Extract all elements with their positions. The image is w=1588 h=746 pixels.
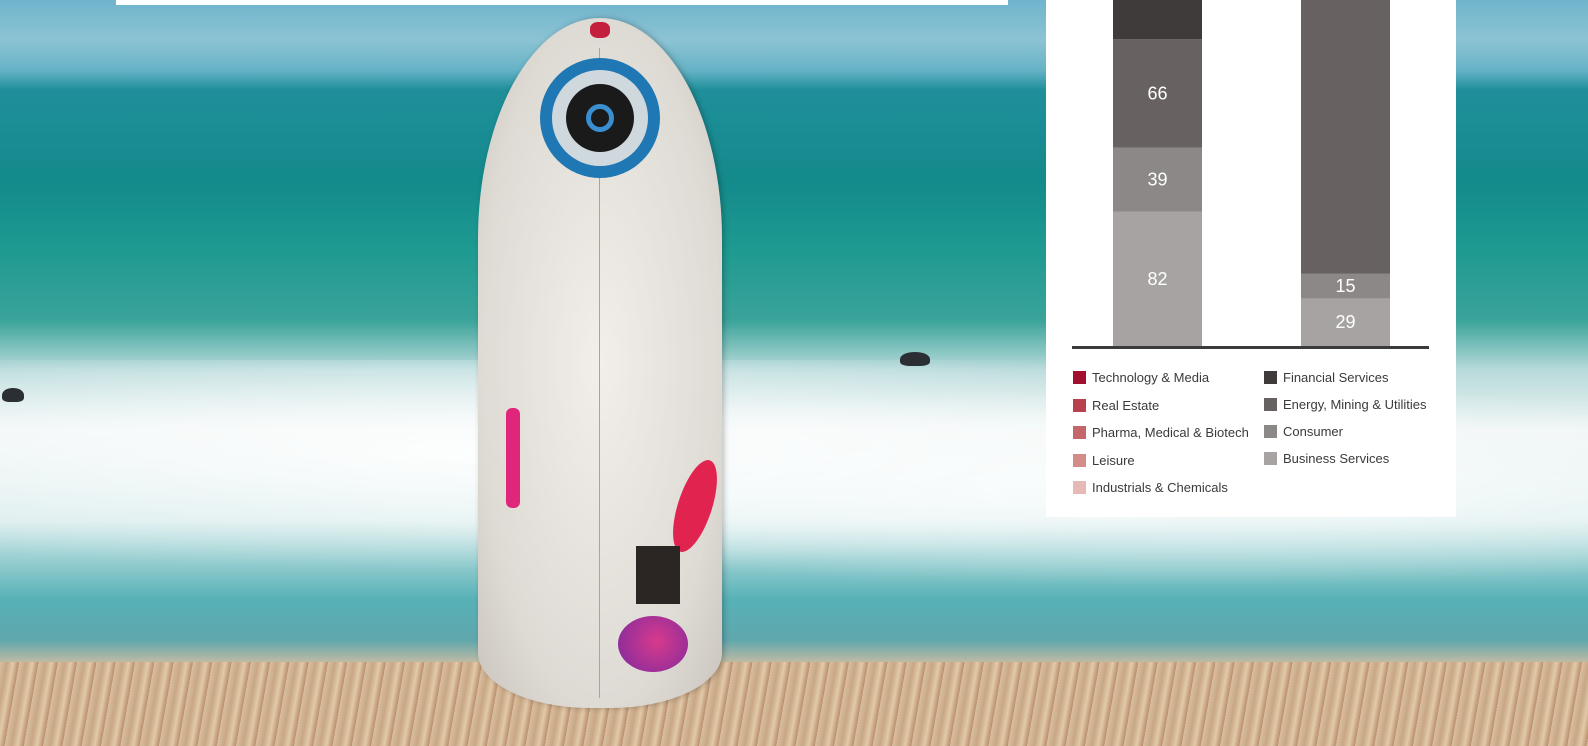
legend-swatch — [1073, 426, 1086, 439]
legend-label: Consumer — [1283, 424, 1343, 439]
top-white-panel — [116, 0, 1008, 5]
legend-item: Energy, Mining & Utilities — [1264, 397, 1427, 412]
legend-swatch — [1073, 454, 1086, 467]
legend-label: Leisure — [1092, 453, 1135, 468]
legend-label: Pharma, Medical & Biotech — [1092, 425, 1249, 440]
legend-swatch — [1073, 399, 1086, 412]
legend-item: Technology & Media — [1073, 370, 1209, 385]
data-label: 15 — [1335, 276, 1355, 296]
legend-label: Real Estate — [1092, 398, 1160, 413]
surfboard-red-fin-graphic — [663, 455, 727, 557]
surfboard-eye-logo — [540, 58, 660, 178]
chart-panel: 82 39 66 29 15 Technology & Media Real Estate… — [1046, 0, 1456, 517]
bar-segment-financial-services-0 — [1113, 0, 1202, 40]
legend-label: Energy, Mining & Utilities — [1283, 397, 1427, 412]
legend-swatch — [1264, 398, 1277, 411]
legend-item: Financial Services — [1264, 370, 1389, 385]
surfer-in-water — [900, 352, 930, 366]
data-label: 29 — [1335, 312, 1355, 332]
legend-item: Leisure — [1073, 453, 1135, 468]
data-label: 82 — [1147, 269, 1167, 289]
legend-label: Industrials & Chemicals — [1092, 480, 1228, 495]
legend-item: Real Estate — [1073, 398, 1159, 413]
sand — [0, 662, 1588, 746]
legend-swatch — [1264, 425, 1277, 438]
surfboard-black-sticker — [636, 546, 680, 604]
legend-swatch — [1264, 371, 1277, 384]
surfboard — [478, 18, 727, 708]
surfer-in-water — [2, 388, 24, 402]
data-label: 39 — [1147, 170, 1167, 190]
legend-item: Pharma, Medical & Biotech — [1073, 425, 1249, 440]
legend-swatch — [1073, 371, 1086, 384]
legend-swatch — [1073, 481, 1086, 494]
legend-label: Technology & Media — [1092, 370, 1210, 385]
surfboard-nose-logo — [590, 22, 610, 38]
bar-segment-energy-mining-utilities-1 — [1301, 0, 1390, 274]
legend-swatch — [1264, 452, 1277, 465]
legend-label: Financial Services — [1283, 370, 1389, 385]
surfboard-pink-logo — [506, 408, 520, 508]
legend-item: Consumer — [1264, 424, 1343, 439]
surfboard-purple-sticker — [618, 616, 688, 672]
stacked-bar-chart: 82 39 66 29 15 — [1113, 0, 1390, 346]
legend-label: Business Services — [1283, 451, 1390, 466]
data-label: 66 — [1147, 83, 1167, 103]
legend-item: Business Services — [1264, 451, 1389, 466]
x-axis-line — [1072, 346, 1429, 349]
legend-item: Industrials & Chemicals — [1073, 480, 1228, 495]
